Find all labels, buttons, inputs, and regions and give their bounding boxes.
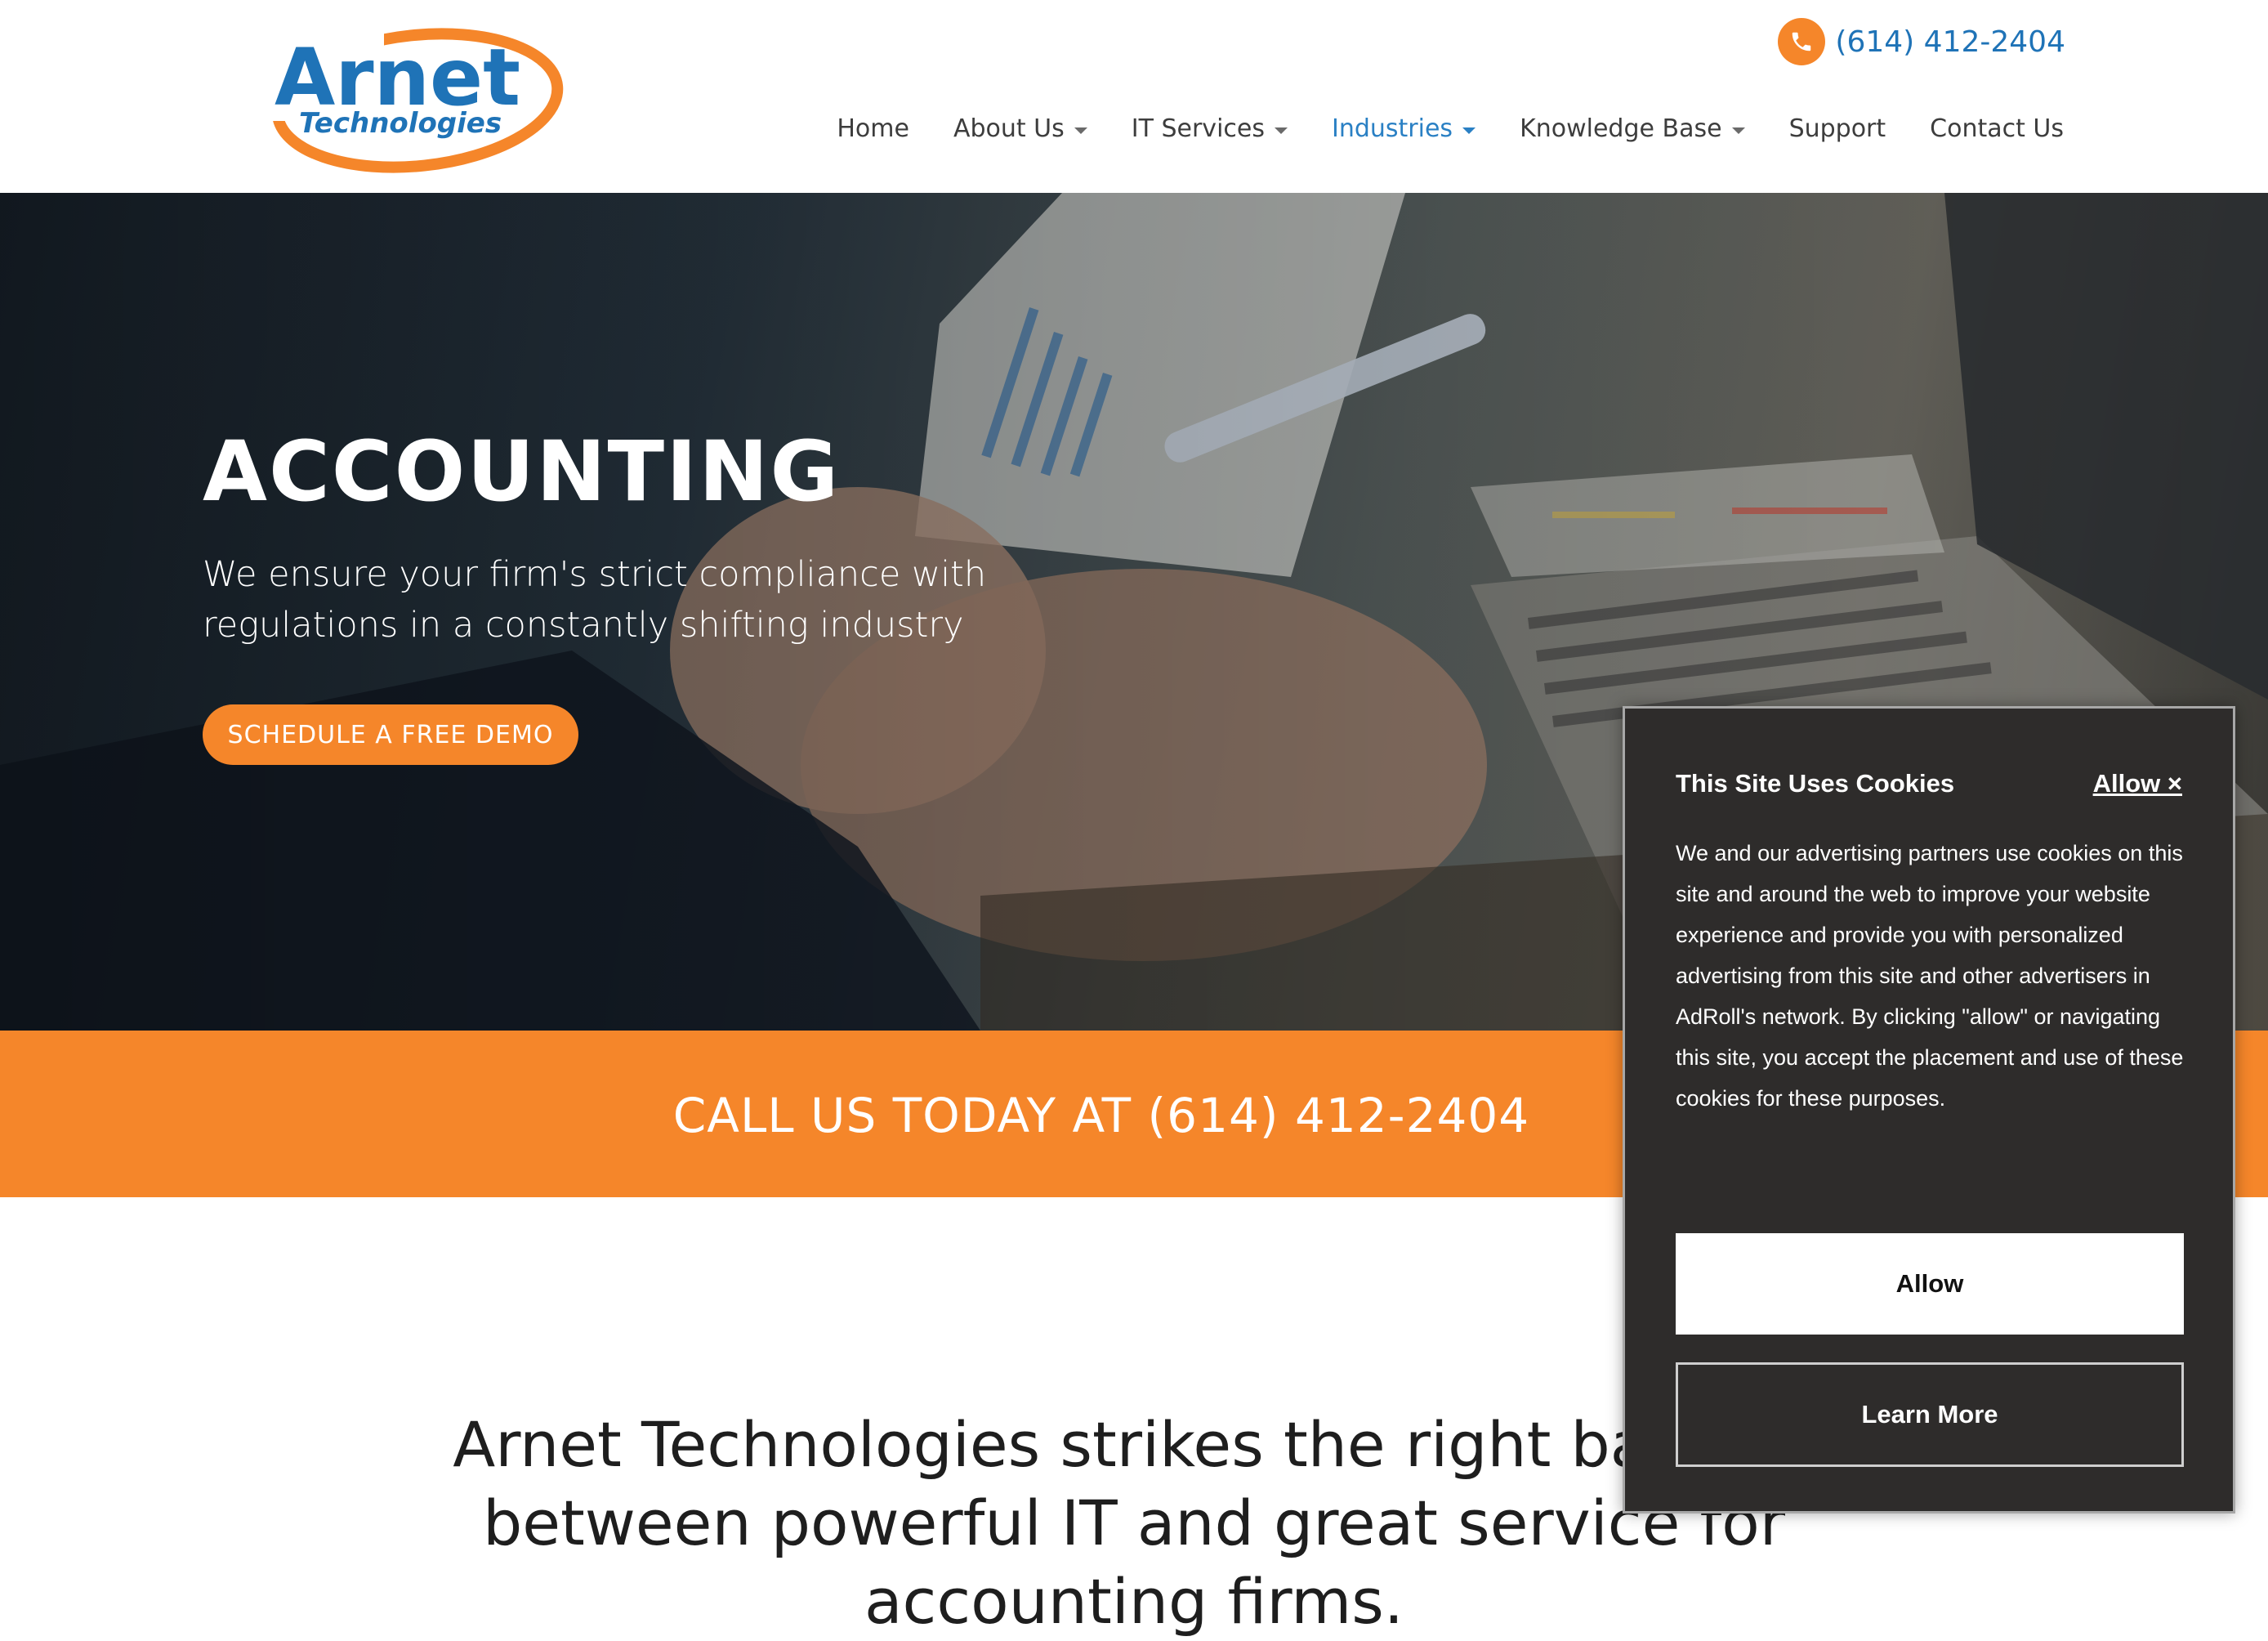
nav-label: Home xyxy=(837,114,909,143)
caret-down-icon xyxy=(1731,127,1745,134)
allow-button[interactable]: Allow xyxy=(1676,1233,2184,1335)
nav-label: About Us xyxy=(953,114,1065,143)
caret-down-icon xyxy=(1274,127,1288,134)
logo-graphic: Arnet Technologies xyxy=(270,23,564,173)
nav-label: IT Services xyxy=(1131,114,1265,143)
cookie-consent-panel: This Site Uses Cookies Allow × We and ou… xyxy=(1623,706,2235,1514)
nav-knowledge-base[interactable]: Knowledge Base xyxy=(1520,114,1745,143)
page-title: ACCOUNTING xyxy=(203,423,841,521)
phone-icon xyxy=(1778,18,1826,65)
nav-label: Industries xyxy=(1331,114,1453,143)
nav-contact-us[interactable]: Contact Us xyxy=(1930,114,2064,143)
cookie-message: We and our advertising partners use cook… xyxy=(1676,841,2184,1111)
nav-support[interactable]: Support xyxy=(1789,114,1886,143)
nav-label: Support xyxy=(1788,114,1886,143)
main-nav: Home About Us IT Services Industries Kno… xyxy=(792,114,2064,143)
nav-label: Knowledge Base xyxy=(1520,114,1722,143)
phone-number[interactable]: (614) 412-2404 xyxy=(1835,25,2065,59)
cookie-title: This Site Uses Cookies xyxy=(1676,769,1955,798)
site-header: Arnet Technologies (614) 412-2404 Home A… xyxy=(0,0,2268,193)
caret-down-icon xyxy=(1462,127,1476,134)
header-phone[interactable]: (614) 412-2404 xyxy=(1778,18,2065,65)
hero-subtitle: We ensure your firm's strict compliance … xyxy=(203,554,987,646)
caret-down-icon xyxy=(1074,127,1087,134)
schedule-demo-button[interactable]: SCHEDULE A FREE DEMO xyxy=(203,704,578,765)
nav-about-us[interactable]: About Us xyxy=(953,114,1087,143)
learn-more-button[interactable]: Learn More xyxy=(1676,1362,2184,1467)
nav-industries[interactable]: Industries xyxy=(1332,114,1476,143)
cookie-close-link[interactable]: Allow × xyxy=(2093,769,2182,798)
nav-label: Contact Us xyxy=(1930,114,2064,143)
nav-it-services[interactable]: IT Services xyxy=(1132,114,1288,143)
nav-home[interactable]: Home xyxy=(837,114,909,143)
arnet-logo[interactable]: Arnet Technologies xyxy=(270,23,565,178)
logo-word-2: Technologies xyxy=(299,107,502,140)
